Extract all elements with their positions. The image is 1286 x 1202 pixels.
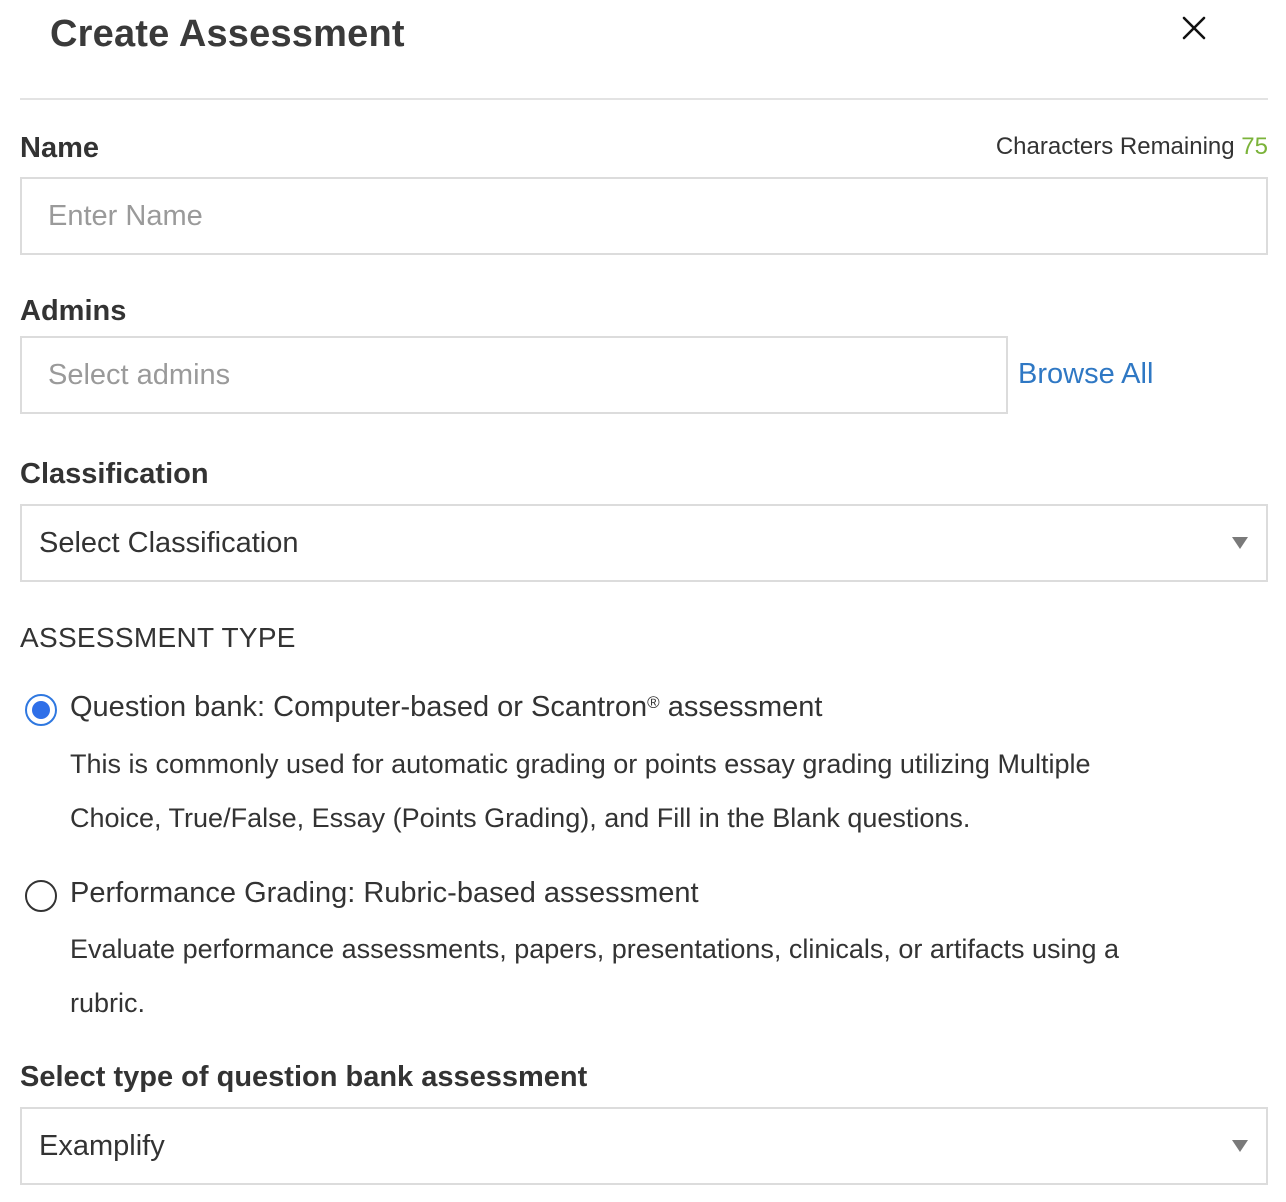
assessment-type-heading: ASSESSMENT TYPE [20, 622, 296, 653]
option-question-bank-title-end: assessment [659, 691, 823, 723]
radio-question-bank[interactable] [25, 694, 57, 726]
admins-input[interactable] [20, 336, 1008, 414]
option-performance-grading-title[interactable]: Performance Grading: Rubric-based assess… [70, 875, 699, 911]
name-input[interactable] [20, 177, 1268, 255]
option-performance-grading-desc-line2: rubric. [70, 988, 146, 1018]
browse-all-link[interactable]: Browse All [1018, 356, 1153, 392]
option-question-bank-desc-line1: This is commonly used for automatic grad… [70, 749, 1091, 779]
close-button[interactable] [1172, 8, 1216, 48]
question-bank-type-label: Select type of question bank assessment [20, 1061, 588, 1093]
characters-remaining-count: 75 [1241, 133, 1268, 160]
option-question-bank-title[interactable]: Question bank: Computer-based or Scantro… [70, 689, 822, 725]
characters-remaining-label: Characters Remaining [995, 133, 1235, 160]
chevron-down-icon [1232, 537, 1248, 549]
chevron-down-icon [1232, 1140, 1248, 1152]
classification-selected-value: Select Classification [39, 526, 299, 559]
question-bank-type-select[interactable]: Examplify [20, 1107, 1268, 1185]
header-divider [20, 98, 1268, 100]
characters-remaining: Characters Remaining 75 [996, 131, 1268, 163]
question-bank-type-selected-value: Examplify [39, 1129, 165, 1162]
classification-label: Classification [20, 458, 209, 490]
option-performance-grading-desc-line1: Evaluate performance assessments, papers… [70, 934, 1120, 964]
name-label: Name [20, 132, 99, 164]
option-question-bank-desc-line2: Choice, True/False, Essay (Points Gradin… [70, 803, 971, 833]
classification-select[interactable]: Select Classification [20, 504, 1268, 582]
admins-label: Admins [20, 295, 127, 327]
registered-mark: ® [647, 693, 660, 712]
close-icon[interactable] [1172, 8, 1216, 48]
option-question-bank-title-text: Question bank: Computer-based or Scantro… [70, 691, 648, 723]
dialog-title: Create Assessment [50, 13, 405, 55]
radio-performance-grading[interactable] [25, 880, 57, 912]
